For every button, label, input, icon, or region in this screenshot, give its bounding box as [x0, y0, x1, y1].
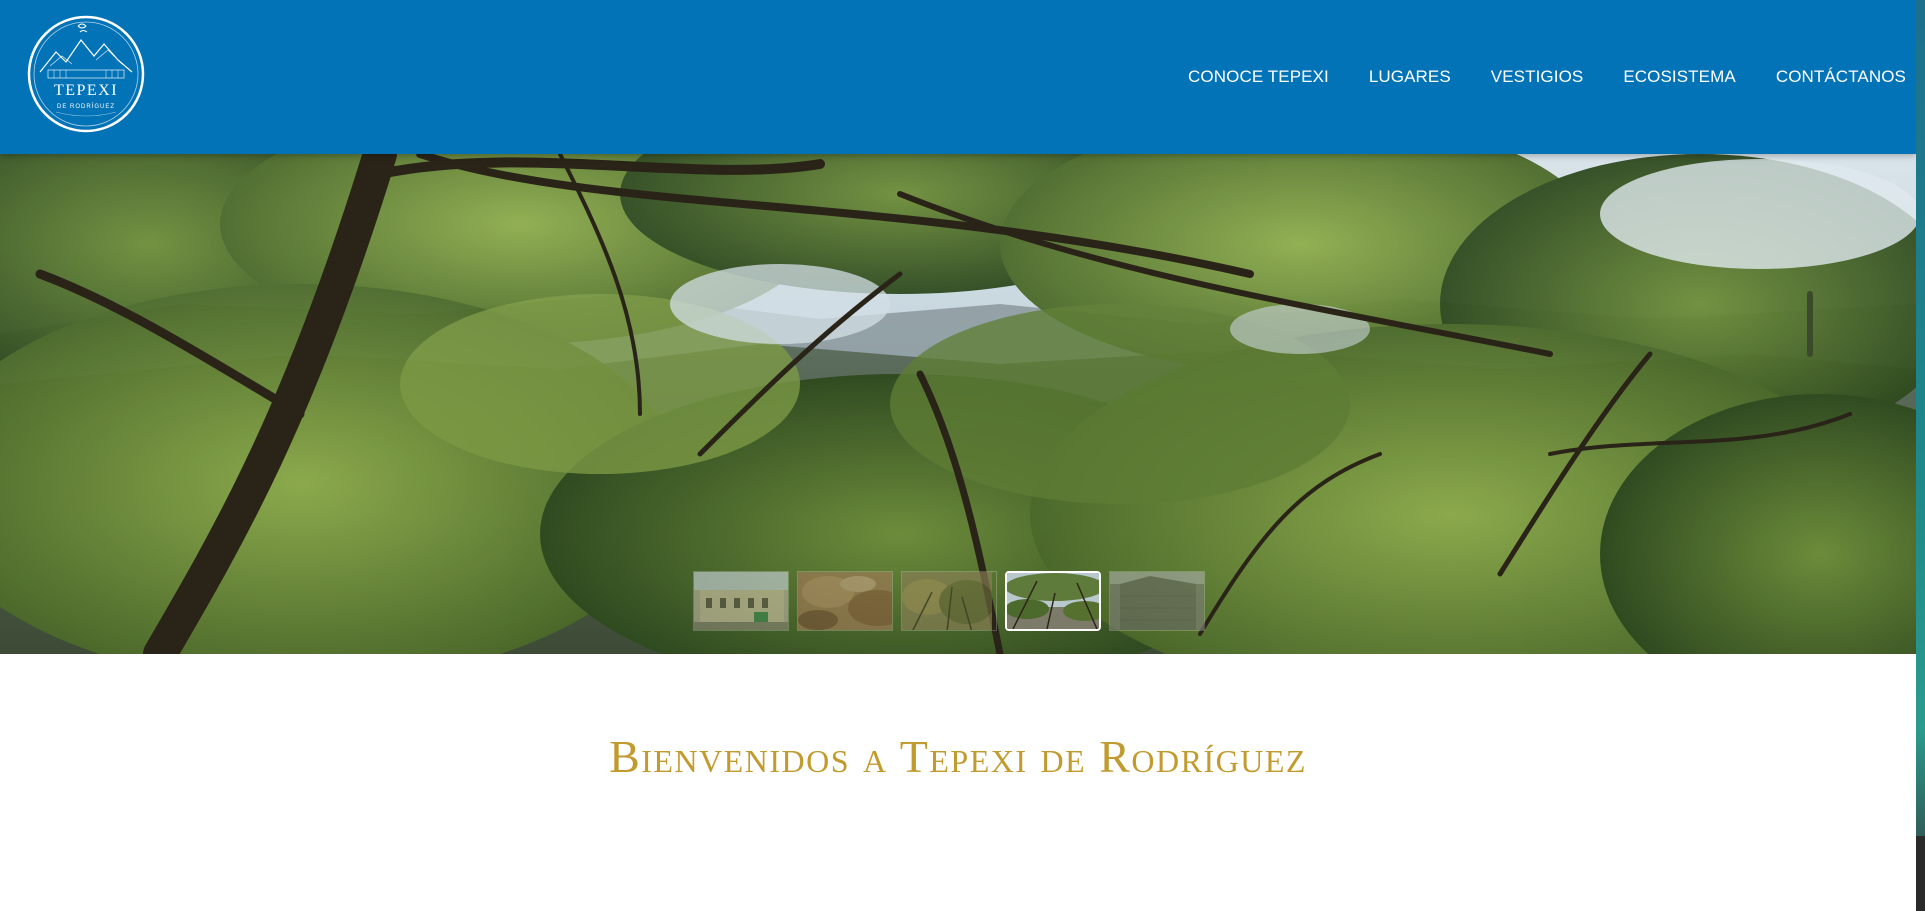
forest-path-photo [1007, 573, 1099, 629]
thumbnail-4[interactable] [1005, 571, 1101, 631]
thumbnail-2[interactable] [797, 571, 893, 631]
logo-title: TEPEXI [54, 82, 118, 99]
nav-conoce-tepexi[interactable]: CONOCE TEPEXI [1188, 67, 1329, 87]
site-logo[interactable]: TEPEXI DE RODRÍGUEZ [26, 14, 146, 134]
nav-ecosistema[interactable]: ECOSISTEMA [1623, 67, 1735, 87]
stone-ruin-photo [1110, 572, 1204, 630]
colonial-building-photo [694, 572, 788, 630]
nav-vestigios[interactable]: VESTIGIOS [1491, 67, 1584, 87]
thumbnail-5[interactable] [1109, 571, 1205, 631]
thumbnail-3[interactable] [901, 571, 997, 631]
rock-wall-photo [798, 572, 892, 630]
logo-subtitle: DE RODRÍGUEZ [57, 103, 115, 110]
main-nav: CONOCE TEPEXI LUGARES VESTIGIOS ECOSISTE… [1148, 0, 1906, 154]
page: TEPEXI DE RODRÍGUEZ CONOCE TEPEXI LUGARE… [0, 0, 1916, 911]
site-header: TEPEXI DE RODRÍGUEZ CONOCE TEPEXI LUGARE… [0, 0, 1916, 154]
window-edge [1916, 0, 1925, 911]
hero-slider[interactable] [0, 154, 1916, 654]
slider-thumbnails [693, 571, 1205, 633]
thumbnail-1[interactable] [693, 571, 789, 631]
page-title: Bienvenidos a Tepexi de Rodríguez [609, 731, 1307, 782]
nav-lugares[interactable]: LUGARES [1369, 67, 1451, 87]
mountain-landscape-logo-icon: TEPEXI DE RODRÍGUEZ [27, 15, 145, 133]
dry-shrubs-photo [902, 572, 992, 630]
nav-contactanos[interactable]: CONTÁCTANOS [1776, 67, 1906, 87]
